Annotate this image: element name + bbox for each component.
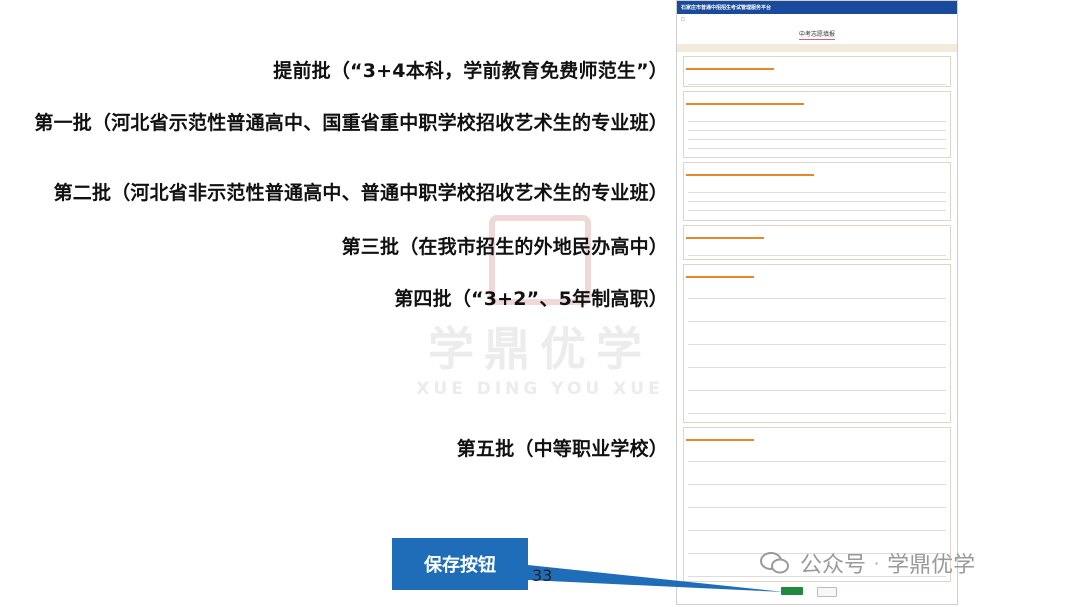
save-button-callout: 保存按钮	[392, 538, 528, 590]
wechat-icon	[760, 552, 789, 574]
wechat-separator: ·	[874, 553, 880, 573]
wechat-account: 学鼎优学	[887, 553, 976, 578]
callout-pointer	[528, 565, 784, 592]
callout-arrow	[528, 565, 784, 592]
wechat-label: 公众号	[800, 553, 867, 578]
wechat-footer: 公众号 · 学鼎优学	[760, 548, 975, 578]
page-number: 33	[532, 566, 553, 585]
